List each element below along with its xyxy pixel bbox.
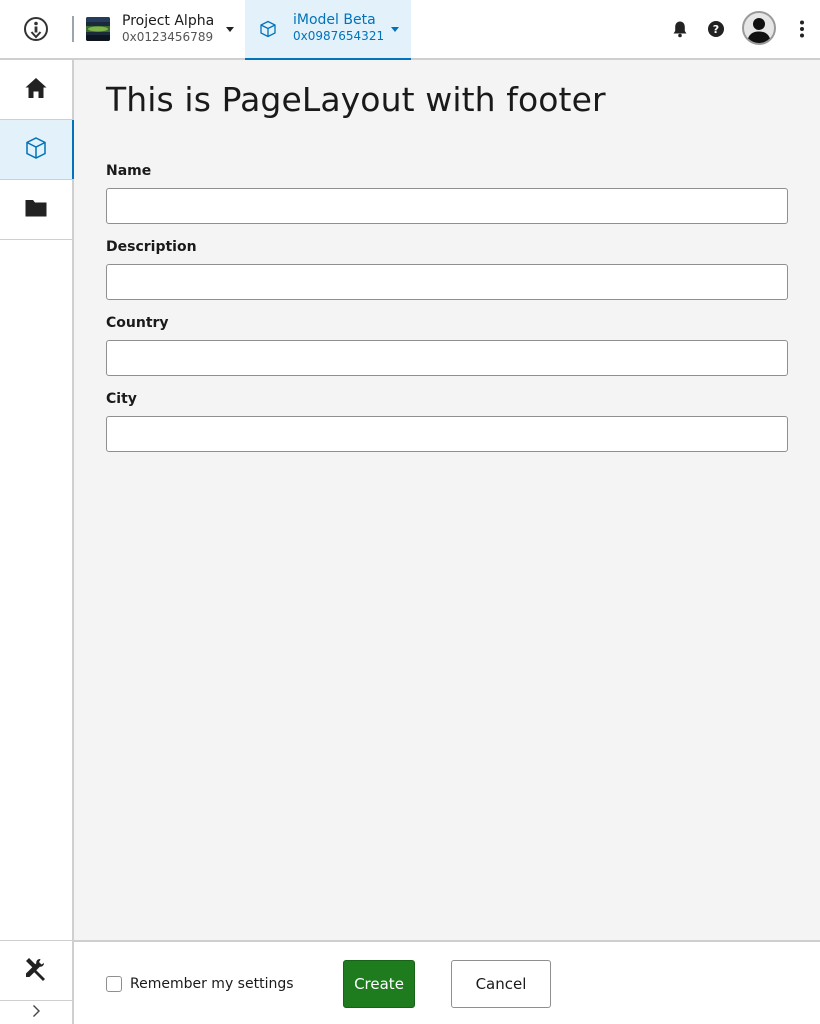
- chevron-down-icon[interactable]: [391, 27, 399, 32]
- description-label: Description: [106, 239, 197, 255]
- project-id: 0x0123456789: [122, 30, 214, 45]
- sidebar-item-home[interactable]: [0, 60, 72, 120]
- sidebar-item-tools[interactable]: [0, 940, 72, 1000]
- tools-icon: [23, 956, 49, 986]
- project-title: Project Alpha: [122, 12, 215, 29]
- sidebar-item-imodel[interactable]: [0, 120, 74, 180]
- app-header: Project Alpha 0x0123456789 iModel Beta 0…: [0, 0, 820, 60]
- sidebar: [0, 60, 74, 1024]
- country-field[interactable]: [106, 340, 788, 376]
- cancel-button[interactable]: Cancel: [451, 960, 551, 1008]
- remember-settings-label: Remember my settings: [130, 976, 294, 992]
- city-field[interactable]: [106, 416, 788, 452]
- info-logo-icon[interactable]: [22, 15, 50, 43]
- bell-icon[interactable]: [669, 18, 691, 40]
- project-selector[interactable]: Project Alpha 0x0123456789: [86, 10, 234, 48]
- imodel-title: iModel Beta: [293, 12, 376, 28]
- page-content: This is PageLayout with footer Name Desc…: [74, 60, 820, 940]
- imodel-id: 0x0987654321: [293, 29, 385, 44]
- more-vertical-icon[interactable]: [791, 18, 813, 40]
- remember-settings-checkbox[interactable]: Remember my settings: [106, 976, 294, 992]
- header-divider: [72, 16, 74, 42]
- chevron-down-icon[interactable]: [226, 27, 234, 32]
- cube-icon: [24, 136, 48, 164]
- avatar[interactable]: [742, 11, 776, 45]
- help-icon[interactable]: ?: [705, 18, 727, 40]
- name-field[interactable]: [106, 188, 788, 224]
- folder-icon: [24, 197, 48, 223]
- svg-text:?: ?: [713, 23, 719, 36]
- imodel-selector[interactable]: iModel Beta 0x0987654321: [245, 0, 411, 60]
- create-button[interactable]: Create: [343, 960, 415, 1008]
- home-icon: [24, 76, 48, 104]
- description-field[interactable]: [106, 264, 788, 300]
- sidebar-expand-button[interactable]: [0, 1000, 72, 1024]
- name-label: Name: [106, 163, 152, 179]
- country-label: Country: [106, 315, 169, 331]
- page-footer: Remember my settings Create Cancel: [74, 940, 820, 1024]
- chevron-right-icon: [31, 1003, 41, 1022]
- sidebar-item-folder[interactable]: [0, 180, 72, 240]
- checkbox-box[interactable]: [106, 976, 122, 992]
- page-title: This is PageLayout with footer: [106, 80, 606, 119]
- project-thumbnail: [86, 17, 110, 41]
- cube-icon: [259, 20, 277, 38]
- city-label: City: [106, 391, 137, 407]
